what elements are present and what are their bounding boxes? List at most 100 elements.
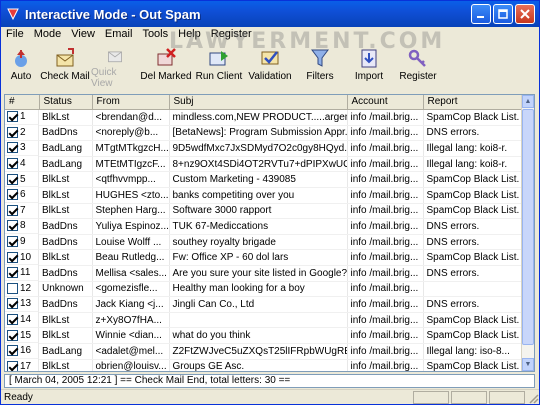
menu-view[interactable]: View bbox=[66, 28, 100, 40]
title-bar[interactable]: Interactive Mode - Out Spam bbox=[1, 1, 539, 27]
table-row[interactable]: 8 BadDns Yuliya Espinoz... TUK 67-Mediccati… bbox=[5, 218, 524, 235]
scroll-down-arrow[interactable]: ▼ bbox=[522, 358, 534, 371]
register-button[interactable]: Register bbox=[393, 43, 443, 89]
cell-from: Stephen Harg... bbox=[92, 203, 170, 220]
table-row[interactable]: 14 BlkLst z+Xy8O7fHA... info /mail.brig... S… bbox=[5, 312, 524, 329]
cell-status: BadDns bbox=[39, 234, 93, 251]
table-row[interactable]: 3 BadLang MTgtMTkgzcH... 9D5wdfMxc7JxSDMyd7… bbox=[5, 140, 524, 157]
run-client-button[interactable]: Run Client bbox=[193, 43, 245, 89]
row-number: 4 bbox=[20, 158, 26, 170]
import-button[interactable]: Import bbox=[345, 43, 393, 89]
delete-icon bbox=[157, 48, 176, 66]
cell-report: SpamCop Black List. bbox=[423, 312, 524, 329]
row-number-cell: 1 bbox=[5, 109, 39, 126]
cell-account: info /mail.brig... bbox=[347, 187, 424, 204]
cell-account: info /mail.brig... bbox=[347, 171, 424, 188]
table-row[interactable]: 1 BlkLst <brendan@d... mindless.com,NEW PRO… bbox=[5, 109, 524, 126]
cell-subj: [BetaNews]: Program Submission Appr... bbox=[169, 125, 348, 142]
table-row[interactable]: 5 BlkLst <qtfhvvmpp... Custom Marketing - 4… bbox=[5, 171, 524, 188]
cell-account: info /mail.brig... bbox=[347, 125, 424, 142]
row-number-cell: 7 bbox=[5, 203, 39, 219]
col-number[interactable]: # bbox=[5, 95, 40, 110]
table-row[interactable]: 17 BlkLst obrien@louisv... Groups GE Asc. in… bbox=[5, 359, 524, 371]
menu-help[interactable]: Help bbox=[173, 28, 206, 40]
cell-status: BlkLst bbox=[39, 327, 93, 344]
cell-subj: what do you think bbox=[169, 327, 348, 344]
row-checkbox[interactable] bbox=[7, 204, 18, 216]
table-row[interactable]: 4 BadLang MTEtMTIgzcF... 8+nz9OXt4SDi4OT2RV… bbox=[5, 156, 524, 173]
cell-status: BlkLst bbox=[39, 109, 93, 126]
cell-account: info /mail.brig... bbox=[347, 343, 424, 360]
cell-report: DNS errors. bbox=[423, 218, 524, 235]
col-status[interactable]: Status bbox=[39, 95, 93, 110]
row-checkbox[interactable] bbox=[7, 189, 18, 201]
row-checkbox[interactable] bbox=[7, 251, 18, 263]
main-window: Interactive Mode - Out Spam File Mode Vi… bbox=[0, 0, 540, 405]
cell-from: <brendan@d... bbox=[92, 109, 170, 126]
table-row[interactable]: 10 BlkLst Beau Rutledg... Fw: Office XP - 6… bbox=[5, 249, 524, 266]
cell-subj: TUK 67-Mediccations bbox=[169, 218, 348, 235]
window-title: Interactive Mode - Out Spam bbox=[25, 6, 201, 22]
row-checkbox[interactable] bbox=[7, 267, 18, 279]
row-checkbox[interactable] bbox=[7, 298, 18, 310]
col-from[interactable]: From bbox=[92, 95, 170, 110]
row-checkbox[interactable] bbox=[7, 282, 18, 294]
col-report[interactable]: Report bbox=[423, 95, 524, 110]
table-row[interactable]: 12 Unknown <gomezisfle... Healthy man looki… bbox=[5, 281, 524, 298]
maximize-icon bbox=[498, 9, 508, 19]
row-checkbox[interactable] bbox=[7, 345, 18, 357]
table-row[interactable]: 2 BadDns <noreply@b... [BetaNews]: Program … bbox=[5, 125, 524, 142]
del-marked-button[interactable]: Del Marked bbox=[139, 43, 193, 89]
vertical-scrollbar[interactable]: ▲ ▼ bbox=[521, 95, 534, 371]
validation-button[interactable]: Validation bbox=[245, 43, 295, 89]
table-row[interactable]: 15 BlkLst Winnie <dian... what do you think… bbox=[5, 327, 524, 344]
menu-file[interactable]: File bbox=[1, 28, 29, 40]
col-account[interactable]: Account bbox=[347, 95, 424, 110]
filter-icon bbox=[311, 49, 329, 67]
cell-account: info /mail.brig... bbox=[347, 249, 424, 266]
scroll-up-arrow[interactable]: ▲ bbox=[522, 95, 534, 108]
minimize-button[interactable] bbox=[471, 4, 491, 24]
table-row[interactable]: 6 BlkLst HUGHES <zto... banks competiting o… bbox=[5, 187, 524, 204]
row-checkbox[interactable] bbox=[7, 314, 18, 326]
row-checkbox[interactable] bbox=[7, 329, 18, 341]
maximize-button[interactable] bbox=[493, 4, 513, 24]
resize-grip-icon[interactable] bbox=[527, 392, 539, 404]
table-row[interactable]: 13 BadDns Jack Kiang <j... Jingli Can Co., … bbox=[5, 296, 524, 313]
row-checkbox[interactable] bbox=[7, 360, 18, 371]
cell-status: BlkLst bbox=[39, 187, 93, 204]
check-mail-button[interactable]: Check Mail bbox=[39, 43, 91, 89]
cell-from: Winnie <dian... bbox=[92, 327, 170, 344]
row-checkbox[interactable] bbox=[7, 126, 18, 138]
menu-tools[interactable]: Tools bbox=[137, 28, 173, 40]
cell-status: BlkLst bbox=[39, 171, 93, 188]
table-row[interactable]: 7 BlkLst Stephen Harg... Software 3000 rapp… bbox=[5, 203, 524, 220]
message-list[interactable]: # Status From Subj Account Report 1 BlkLs… bbox=[4, 94, 535, 372]
close-button[interactable] bbox=[515, 4, 535, 24]
quick-view-button[interactable]: Quick View bbox=[91, 43, 139, 89]
cell-account: info /mail.brig... bbox=[347, 265, 424, 282]
auto-button[interactable]: Auto bbox=[3, 43, 39, 89]
menu-mode[interactable]: Mode bbox=[29, 28, 67, 40]
cell-report: SpamCop Black List. bbox=[423, 203, 524, 220]
row-number-cell: 12 bbox=[5, 281, 39, 297]
row-checkbox[interactable] bbox=[7, 173, 18, 185]
menu-register[interactable]: Register bbox=[206, 28, 257, 40]
menu-email[interactable]: Email bbox=[100, 28, 138, 40]
table-row[interactable]: 11 BadDns Mellisa <sales... Are you sure yo… bbox=[5, 265, 524, 282]
cell-status: BlkLst bbox=[39, 249, 93, 266]
table-row[interactable]: 16 BadLang <adalet@mel... Z2FtZWJveC5uZXQsT… bbox=[5, 343, 524, 360]
col-subj[interactable]: Subj bbox=[169, 95, 348, 110]
row-checkbox[interactable] bbox=[7, 220, 18, 232]
cell-subj: Groups GE Asc. bbox=[169, 359, 348, 371]
row-number: 10 bbox=[20, 251, 32, 263]
row-number: 9 bbox=[20, 236, 26, 248]
row-checkbox[interactable] bbox=[7, 111, 18, 123]
filters-button[interactable]: Filters bbox=[295, 43, 345, 89]
row-checkbox[interactable] bbox=[7, 158, 18, 170]
cell-subj: mindless.com,NEW PRODUCT.....argena bbox=[169, 109, 348, 126]
row-checkbox[interactable] bbox=[7, 236, 18, 248]
scroll-thumb[interactable] bbox=[522, 109, 534, 345]
table-row[interactable]: 9 BadDns Louise Wolff ... southey royalty b… bbox=[5, 234, 524, 251]
row-checkbox[interactable] bbox=[7, 142, 18, 154]
